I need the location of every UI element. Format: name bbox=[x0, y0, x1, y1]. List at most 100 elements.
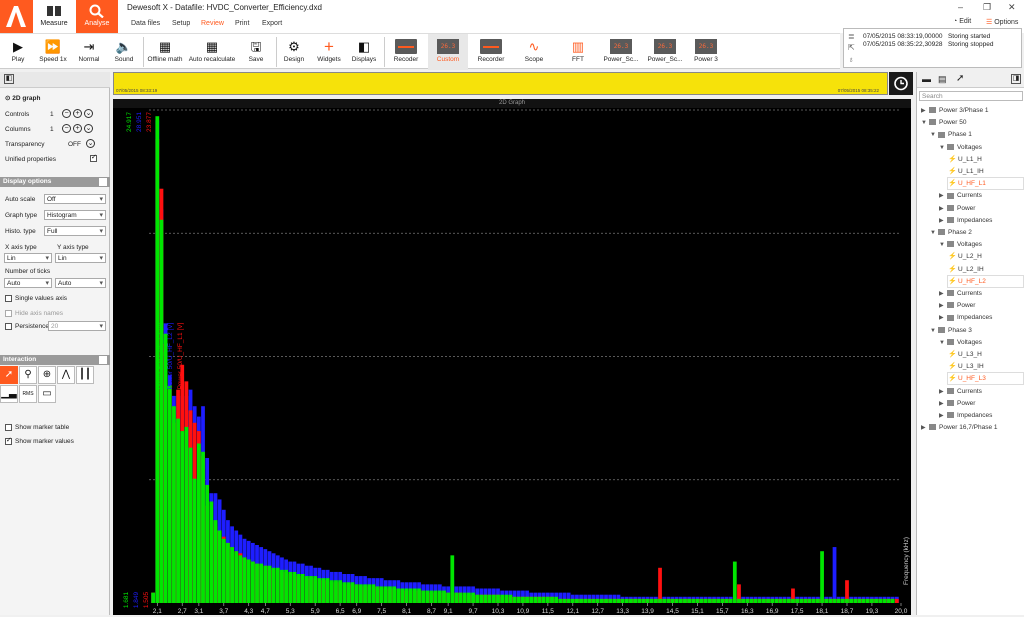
tree-folder[interactable]: ▶ Currents bbox=[939, 386, 1023, 397]
collapse-icon[interactable] bbox=[99, 178, 107, 186]
y-axis-type-select[interactable]: Lin bbox=[55, 253, 106, 263]
collapsed-arrow-icon[interactable]: ▶ bbox=[939, 216, 947, 227]
tab-print[interactable]: Print bbox=[235, 20, 249, 27]
folder-icon[interactable]: ▬ bbox=[922, 74, 931, 84]
tree-folder[interactable]: ▼ Phase 1 bbox=[930, 129, 1023, 140]
minus-icon[interactable]: − bbox=[62, 124, 71, 133]
measure-mode-button[interactable]: Measure bbox=[33, 0, 75, 33]
expanded-arrow-icon[interactable]: ▼ bbox=[939, 143, 947, 154]
chevron-down-icon[interactable]: ⌄ bbox=[84, 124, 93, 133]
panel-toggle-icon[interactable]: ◨ bbox=[1011, 74, 1021, 84]
expanded-arrow-icon[interactable]: ▼ bbox=[921, 118, 929, 129]
options-button[interactable]: ☰ Options bbox=[986, 18, 1018, 26]
expanded-arrow-icon[interactable]: ▼ bbox=[930, 228, 938, 239]
minus-icon[interactable]: − bbox=[62, 109, 71, 118]
histogram-graph[interactable]: 2,1 2,7 3,1 3,7 4,3 4,7 5,3 5,9 6,5 6,9 7,5 8,1 8,7 9… bbox=[113, 108, 911, 615]
crosshair-tool[interactable]: ⊕ bbox=[38, 366, 56, 384]
recorder-display-button[interactable]: Recorder bbox=[473, 34, 509, 70]
tree-folder[interactable]: ▶ Impedances bbox=[939, 215, 1023, 226]
channel-item[interactable]: ⚡U_L3_H bbox=[948, 349, 1023, 360]
power-scope-2-button[interactable]: 26.3 Power_Sc... bbox=[645, 34, 685, 70]
chevron-down-icon[interactable]: ⌄ bbox=[86, 139, 95, 148]
expanded-arrow-icon[interactable]: ▼ bbox=[930, 130, 938, 141]
chevron-down-icon[interactable]: ⌄ bbox=[84, 109, 93, 118]
collapse-icon[interactable] bbox=[99, 356, 107, 364]
rms-tool[interactable]: RMS bbox=[19, 385, 37, 403]
sound-button[interactable]: 🔈 Sound bbox=[110, 34, 138, 70]
zoom-tool[interactable]: ⚲ bbox=[19, 366, 37, 384]
expanded-arrow-icon[interactable]: ▼ bbox=[939, 338, 947, 349]
design-button[interactable]: ⚙ Design bbox=[279, 34, 309, 70]
collapsed-arrow-icon[interactable]: ▶ bbox=[939, 313, 947, 324]
unified-properties-checkbox[interactable] bbox=[90, 153, 97, 162]
power-scope-1-button[interactable]: 26.3 Power_Sc... bbox=[601, 34, 641, 70]
edit-button[interactable]: ◔ Edit bbox=[953, 18, 971, 25]
x-ticks-select[interactable]: Auto bbox=[4, 278, 52, 288]
bar-marker-tool[interactable]: ▁▃ bbox=[0, 385, 18, 403]
channel-item[interactable]: ⚡U_L2_H bbox=[948, 251, 1023, 262]
save-button[interactable]: 🖫 Save bbox=[242, 34, 270, 70]
channel-item[interactable]: ⚡U_L1_IH bbox=[948, 166, 1023, 177]
histogram-chart[interactable]: 2,1 2,7 3,1 3,7 4,3 4,7 5,3 5,9 6,5 6,9 7,5 8,1 8,7 9… bbox=[113, 108, 911, 615]
scope-display-button[interactable]: ∿ Scope bbox=[516, 34, 552, 70]
graph-type-select[interactable]: Histogram bbox=[44, 210, 106, 220]
list-icon[interactable]: ▤ bbox=[938, 74, 947, 85]
tree-folder[interactable]: ▼ Voltages bbox=[939, 239, 1023, 250]
expanded-arrow-icon[interactable]: ▼ bbox=[939, 240, 947, 251]
fft-display-button[interactable]: ▥ FFT bbox=[560, 34, 596, 70]
tree-folder[interactable]: ▶ Power bbox=[939, 398, 1023, 409]
tree-folder[interactable]: ▼ Voltages bbox=[939, 142, 1023, 153]
expanded-arrow-icon[interactable]: ▼ bbox=[930, 326, 938, 337]
persistence-input[interactable]: 20 bbox=[48, 321, 106, 331]
auto-recalculate-button[interactable]: ▦ Auto recalculate bbox=[186, 34, 238, 70]
auto-scale-select[interactable]: Off bbox=[44, 194, 106, 204]
tree-folder[interactable]: ▶ Currents bbox=[939, 288, 1023, 299]
tree-folder[interactable]: ▼ Phase 2 bbox=[930, 227, 1023, 238]
harmonics-tool[interactable]: ┃┃ bbox=[76, 366, 94, 384]
channel-item[interactable]: ⚡U_L1_H bbox=[948, 154, 1023, 165]
timeline-overview[interactable]: 07/05/2015 08:33:19 07/05/2015 08:35:22 bbox=[113, 72, 888, 95]
plus-icon[interactable]: + bbox=[73, 109, 82, 118]
collapsed-arrow-icon[interactable]: ▶ bbox=[939, 191, 947, 202]
show-marker-table-checkbox[interactable] bbox=[5, 424, 12, 431]
normal-button[interactable]: ⇥ Normal bbox=[74, 34, 104, 70]
tree-folder[interactable]: ▶ Power 3/Phase 1 bbox=[921, 105, 1023, 116]
tab-data-files[interactable]: Data files bbox=[131, 20, 160, 27]
tree-folder[interactable]: ▼ Phase 3 bbox=[930, 325, 1023, 336]
columns-stepper[interactable]: − + ⌄ bbox=[60, 124, 93, 133]
interaction-header[interactable]: Interaction bbox=[0, 355, 110, 365]
custom-display-button[interactable]: 26.3 Custom bbox=[428, 34, 468, 70]
tab-setup[interactable]: Setup bbox=[172, 20, 190, 27]
pointer-tool[interactable]: ➚ bbox=[0, 366, 18, 384]
hide-axis-checkbox[interactable] bbox=[5, 310, 12, 317]
widgets-button[interactable]: + Widgets bbox=[313, 34, 345, 70]
channel-item[interactable]: ⚡U_HF_L1 bbox=[947, 177, 1024, 191]
show-marker-values-checkbox[interactable] bbox=[5, 436, 12, 445]
offline-math-button[interactable]: ▦ Offline math bbox=[145, 34, 185, 70]
plus-icon[interactable]: + bbox=[73, 124, 82, 133]
close-icon[interactable]: ✕ bbox=[1008, 2, 1016, 13]
collapsed-arrow-icon[interactable]: ▶ bbox=[939, 387, 947, 398]
collapsed-arrow-icon[interactable]: ▶ bbox=[939, 301, 947, 312]
displays-button[interactable]: ◧ Displays bbox=[348, 34, 380, 70]
channel-item[interactable]: ⚡U_L3_IH bbox=[948, 361, 1023, 372]
controls-stepper[interactable]: − + ⌄ bbox=[60, 109, 93, 118]
persistence-checkbox[interactable] bbox=[5, 323, 12, 330]
transparency-value[interactable]: OFF bbox=[68, 141, 81, 148]
histo-type-select[interactable]: Full bbox=[44, 226, 106, 236]
tree-folder[interactable]: ▼ Voltages bbox=[939, 337, 1023, 348]
collapsed-arrow-icon[interactable]: ▶ bbox=[921, 423, 929, 434]
tree-folder[interactable]: ▶ Power bbox=[939, 300, 1023, 311]
peak-tool[interactable]: ⋀ bbox=[57, 366, 75, 384]
single-values-checkbox[interactable] bbox=[5, 295, 12, 302]
minimize-icon[interactable]: – bbox=[958, 2, 963, 12]
analyse-mode-button[interactable]: Analyse bbox=[76, 0, 118, 33]
collapsed-arrow-icon[interactable]: ▶ bbox=[939, 399, 947, 410]
band-tool[interactable]: ▭ bbox=[38, 385, 56, 403]
tree-folder[interactable]: ▶ Impedances bbox=[939, 312, 1023, 323]
y-ticks-select[interactable]: Auto bbox=[55, 278, 106, 288]
transparency-dropdown[interactable]: ⌄ bbox=[84, 139, 95, 148]
collapsed-arrow-icon[interactable]: ▶ bbox=[939, 289, 947, 300]
recoder-display-button[interactable]: Recoder bbox=[388, 34, 424, 70]
tab-review[interactable]: Review bbox=[201, 20, 224, 27]
